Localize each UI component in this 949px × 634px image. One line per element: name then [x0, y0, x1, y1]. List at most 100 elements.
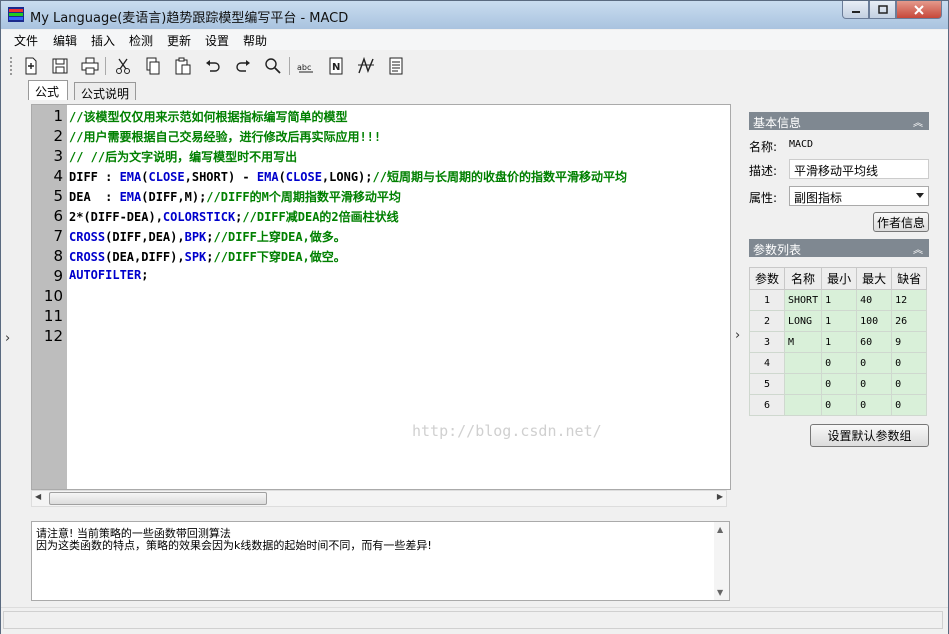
param-cell[interactable]: 0 — [856, 394, 893, 416]
code-line[interactable]: //用户需要根据自己交易经验，进行修改后再实际应用!!! — [69, 128, 381, 145]
param-cell[interactable]: 12 — [891, 289, 928, 311]
param-cell[interactable] — [783, 373, 823, 395]
vertical-scrollbar[interactable]: ▲ ▼ — [714, 522, 729, 600]
scroll-up-icon[interactable]: ▲ — [717, 525, 723, 534]
basic-info-title: 基本信息 — [753, 116, 802, 130]
copy-button[interactable] — [142, 55, 164, 77]
param-cell[interactable]: 100 — [856, 310, 893, 332]
param-cell[interactable]: 0 — [891, 373, 928, 395]
table-row[interactable]: 1 SHORT 1 40 12 — [749, 289, 928, 311]
close-button[interactable] — [896, 1, 942, 19]
collapse-icon[interactable]: ︽ — [913, 114, 923, 129]
document-button[interactable] — [385, 55, 407, 77]
paste-button[interactable] — [172, 55, 194, 77]
description-field[interactable]: 平滑移动平均线 — [789, 159, 929, 179]
toolbar-grip[interactable] — [10, 57, 14, 75]
code-line[interactable]: AUTOFILTER; — [69, 268, 148, 282]
param-cell[interactable]: 0 — [821, 373, 858, 395]
line-number: 4 — [53, 167, 63, 185]
param-cell[interactable]: 26 — [891, 310, 928, 332]
param-cell[interactable]: 0 — [821, 352, 858, 374]
code-line[interactable]: // //后为文字说明，编写模型时不用写出 — [69, 148, 297, 165]
left-panel-toggle[interactable]: › — [5, 331, 10, 346]
param-cell[interactable]: 0 — [856, 373, 893, 395]
print-button[interactable] — [79, 55, 101, 77]
param-cell[interactable]: M — [783, 331, 823, 353]
table-row[interactable]: 2 LONG 1 100 26 — [749, 310, 928, 332]
param-cell[interactable]: 0 — [891, 352, 928, 374]
attribute-select[interactable]: 副图指标 — [789, 186, 929, 206]
spellcheck-button[interactable]: abc — [295, 55, 317, 77]
title-bar[interactable]: My Language(麦语言)趋势跟踪模型编写平台 - MACD — [1, 1, 948, 29]
code-comment: //DIFF下穿DEA,做空。 — [213, 250, 346, 264]
minimize-button[interactable] — [842, 1, 869, 19]
author-info-button[interactable]: 作者信息 — [873, 212, 929, 232]
code-comment: // //后为文字说明，编写模型时不用写出 — [69, 150, 298, 164]
param-cell[interactable]: 1 — [821, 310, 858, 332]
param-cell[interactable]: 0 — [891, 394, 928, 416]
code-keyword: AUTOFILTER — [69, 268, 142, 282]
cut-button[interactable] — [112, 55, 134, 77]
code-line[interactable]: 2*(DIFF-DEA),COLORSTICK;//DIFF减DEA的2倍画柱状… — [69, 208, 399, 225]
code-token: ; — [141, 268, 149, 282]
menu-settings[interactable]: 设置 — [205, 32, 229, 49]
collapse-icon[interactable]: ︽ — [913, 241, 923, 256]
param-cell[interactable] — [783, 394, 823, 416]
param-cell[interactable]: LONG — [783, 310, 823, 332]
name-label: 名称: — [749, 140, 778, 154]
menu-insert[interactable]: 插入 — [91, 32, 115, 49]
code-token: ; — [206, 230, 214, 244]
menu-edit[interactable]: 编辑 — [53, 32, 77, 49]
code-editor[interactable]: 1 2 3 4 5 6 7 8 9 10 11 12 //该模型仅仅用来示范如何根据指标编写简单的模型… — [31, 104, 731, 490]
chevron-down-icon — [916, 193, 924, 198]
scroll-right-icon[interactable]: ▶ — [717, 492, 723, 501]
param-cell[interactable]: 0 — [821, 394, 858, 416]
param-cell[interactable]: SHORT — [783, 289, 823, 311]
table-row[interactable]: 5000 — [749, 373, 928, 395]
param-cell[interactable]: 1 — [821, 331, 858, 353]
tab-formula[interactable]: 公式 — [28, 80, 68, 100]
scroll-down-icon[interactable]: ▼ — [717, 588, 723, 597]
code-line[interactable]: CROSS(DIFF,DEA),BPK;//DIFF上穿DEA,做多。 — [69, 228, 346, 245]
param-cell[interactable]: 9 — [891, 331, 928, 353]
save-button[interactable] — [49, 55, 71, 77]
menu-update[interactable]: 更新 — [167, 32, 191, 49]
close-icon — [914, 4, 924, 15]
horizontal-scrollbar[interactable]: ◀ ▶ — [31, 490, 727, 507]
table-row[interactable]: 4000 — [749, 352, 928, 374]
params-header[interactable]: 参数列表 ︽ — [749, 239, 929, 257]
col-header-max: 最大 — [856, 267, 893, 290]
right-panel-toggle[interactable]: › — [735, 328, 740, 343]
col-header-name: 名称 — [783, 267, 823, 290]
menu-help[interactable]: 帮助 — [243, 32, 267, 49]
app-icon — [8, 7, 24, 22]
code-line[interactable]: DEA : EMA(DIFF,M);//DIFF的M个周期指数平滑移动平均 — [69, 188, 401, 205]
menu-check[interactable]: 检测 — [129, 32, 153, 49]
code-line[interactable]: DIFF : EMA(CLOSE,SHORT) - EMA(CLOSE,LONG… — [69, 168, 627, 185]
param-cell[interactable]: 1 — [821, 289, 858, 311]
tab-formula-description[interactable]: 公式说明 — [74, 82, 136, 101]
param-cell[interactable]: 0 — [856, 352, 893, 374]
n-button[interactable]: N — [325, 55, 347, 77]
param-cell[interactable]: 60 — [856, 331, 893, 353]
basic-info-header[interactable]: 基本信息 ︽ — [749, 112, 929, 130]
maximize-button[interactable] — [869, 1, 896, 19]
redo-button[interactable] — [232, 55, 254, 77]
scroll-left-icon[interactable]: ◀ — [35, 492, 41, 501]
scroll-thumb[interactable] — [49, 492, 267, 505]
undo-button[interactable] — [202, 55, 224, 77]
code-token: 2*(DIFF-DEA), — [69, 210, 163, 224]
code-line[interactable]: //该模型仅仅用来示范如何根据指标编写简单的模型 — [69, 108, 347, 125]
output-line: 因为这类函数的特点，策略的效果会因为k线数据的起始时间不同，而有一些差异! — [36, 539, 432, 552]
param-cell[interactable]: 40 — [856, 289, 893, 311]
code-line[interactable]: CROSS(DEA,DIFF),SPK;//DIFF下穿DEA,做空。 — [69, 248, 346, 265]
set-default-params-button[interactable]: 设置默认参数组 — [810, 424, 929, 447]
menu-file[interactable]: 文件 — [14, 32, 38, 49]
table-row[interactable]: 3 M 1 60 9 — [749, 331, 928, 353]
copy-icon — [146, 57, 160, 75]
table-row[interactable]: 6000 — [749, 394, 928, 416]
formula-button[interactable] — [355, 55, 377, 77]
find-button[interactable] — [262, 55, 284, 77]
param-cell[interactable] — [783, 352, 823, 374]
new-button[interactable] — [20, 55, 42, 77]
